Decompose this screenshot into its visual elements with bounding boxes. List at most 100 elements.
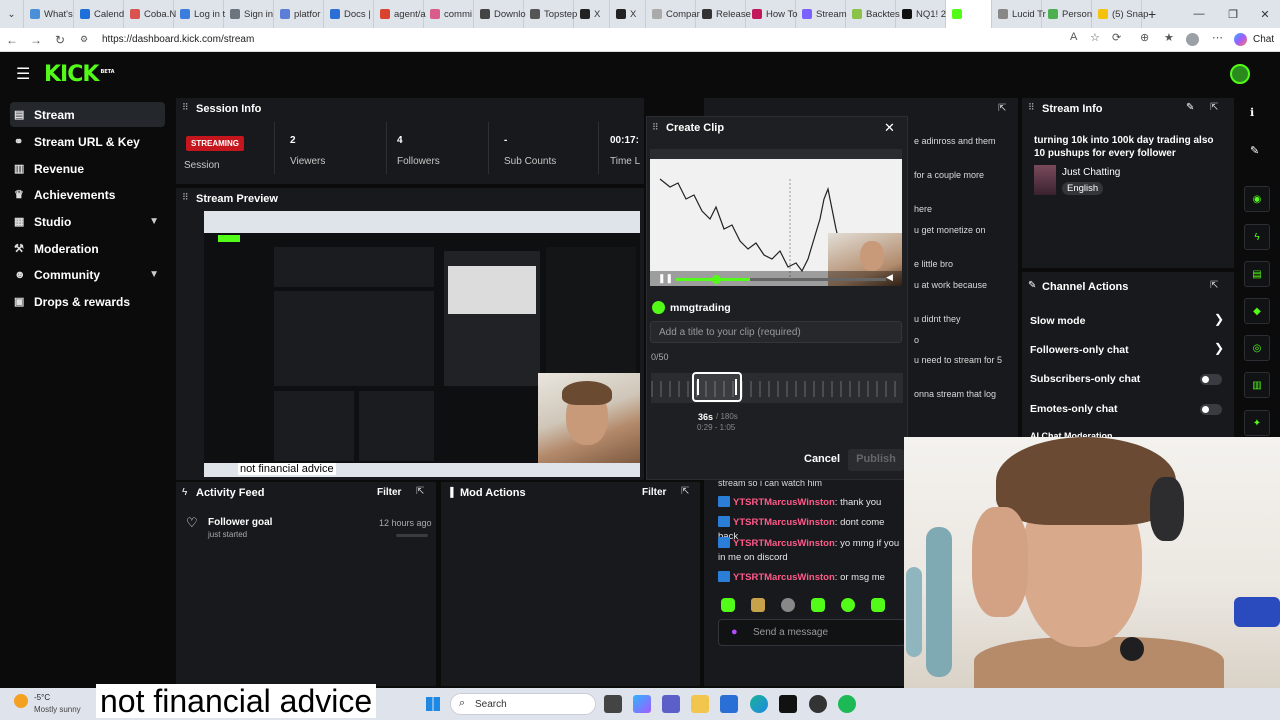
chat-label[interactable]: Chat [1253,34,1274,45]
profile-avatar[interactable] [1186,33,1199,46]
windows-start-icon[interactable] [426,697,440,711]
clip-timeline[interactable] [651,373,903,403]
cancel-button[interactable]: Cancel [804,453,840,465]
action-emotes-only[interactable]: Emotes-only chat [1030,403,1118,415]
emote-icon[interactable] [781,598,795,612]
browser-tab[interactable]: Stream [796,0,847,28]
clip-title-input[interactable]: Add a title to your clip (required) [650,321,902,343]
chat-username[interactable]: YTSRTMarcusWinston [733,572,835,583]
scrubber-handle[interactable] [712,275,721,284]
sidebar-item-stream-url-key[interactable]: ⚭ Stream URL & Key [10,129,165,154]
popout-icon[interactable]: ⇱ [681,486,689,497]
chat-username[interactable]: YTSRTMarcusWinston [733,497,835,508]
favorite-icon[interactable]: ☆ [1090,31,1100,44]
action-subscribers-only[interactable]: Subscribers-only chat [1030,373,1140,385]
browser-tab[interactable]: Compar [646,0,700,28]
browser-tab[interactable]: What's [24,0,74,28]
tab-list-button[interactable]: ⌄ [0,0,24,28]
kick-logo[interactable]: KICK BETA [44,62,115,87]
emote-icon[interactable] [841,598,855,612]
browser-tab[interactable]: Lucid Tr [992,0,1046,28]
popout-icon[interactable]: ⇱ [1210,280,1218,291]
camera-tool-icon[interactable]: ◉ [1244,186,1270,212]
popout-icon[interactable]: ⇱ [1210,102,1218,113]
sidebar-item-studio[interactable]: ▦ Studio ▼ [10,209,165,234]
chat-input[interactable]: ● Send a message [718,619,906,646]
popout-icon[interactable]: ⇱ [998,103,1006,114]
sidebar-item-drops-rewards[interactable]: ▣ Drops & rewards [10,289,165,314]
minimize-button[interactable]: — [1182,0,1216,28]
store-icon[interactable] [720,695,738,713]
publish-button[interactable]: Publish [848,449,904,471]
browser-tab[interactable]: Release [696,0,751,28]
edit-icon[interactable]: ✎ [1186,102,1194,113]
extensions-icon[interactable]: ⟳ [1112,31,1121,44]
broadcast-tool-icon[interactable]: ◎ [1244,335,1270,361]
hamburger-menu-icon[interactable]: ☰ [16,64,30,84]
browser-tab[interactable]: agent/a [374,0,426,28]
taskbar-search[interactable]: ⌕ Search [450,693,596,715]
notes-tool-icon[interactable]: ▤ [1244,261,1270,287]
emotes-only-toggle[interactable] [1200,404,1222,415]
browser-tab[interactable]: X [610,0,646,28]
mod-filter-button[interactable]: Filter [642,487,666,498]
emote-icon[interactable] [721,598,735,612]
browser-tab[interactable]: Backtes [846,0,900,28]
drag-handle-icon[interactable]: ⠿ [1028,102,1035,113]
obs-icon[interactable] [809,695,827,713]
copilot-app-icon[interactable] [633,695,651,713]
pause-icon[interactable]: ❚❚ [658,273,673,284]
drag-handle-icon[interactable]: ⠿ [652,122,659,133]
chevron-right-icon[interactable]: ❯ [1214,312,1224,326]
site-info-icon[interactable]: ⚙ [72,34,96,45]
browser-tab[interactable]: commi [424,0,474,28]
sidebar-item-revenue[interactable]: ▥ Revenue [10,156,165,181]
read-aloud-icon[interactable]: A [1070,31,1077,43]
back-icon[interactable]: ← [0,33,24,47]
url-field[interactable]: https://dashboard.kick.com/stream [102,34,254,45]
close-icon[interactable]: ✕ [884,120,895,136]
chevron-down-icon[interactable]: ▼ [149,269,159,280]
emote-icon[interactable] [871,598,885,612]
chevron-right-icon[interactable]: ❯ [1214,341,1224,355]
sidebar-item-achievements[interactable]: ♛ Achievements [10,182,165,207]
lightning-tool-icon[interactable]: ϟ [1244,224,1270,250]
copilot-icon[interactable] [1234,33,1247,46]
browser-tab[interactable]: Sign in [224,0,274,28]
browser-tab[interactable] [946,0,992,28]
new-tab-button[interactable]: + [1142,0,1162,28]
drag-handle-icon[interactable]: ⠿ [182,192,189,203]
sidebar-item-stream[interactable]: ▤ Stream [10,102,165,127]
tiktok-icon[interactable] [779,695,797,713]
weather-icon[interactable] [14,694,28,708]
browser-tab[interactable]: Coba.N [124,0,176,28]
microphone-icon[interactable]: ● [731,626,738,638]
user-avatar[interactable] [1230,64,1250,84]
browser-tab[interactable]: X [574,0,610,28]
clip-video-preview[interactable]: ❚❚ ◀ [650,149,902,286]
browser-tab[interactable]: Log in t [174,0,225,28]
edge-icon[interactable] [750,695,768,713]
activity-filter-button[interactable]: Filter [377,487,401,498]
range-start-grip[interactable] [697,379,699,395]
chat-tool-icon[interactable]: ◆ [1244,298,1270,324]
browser-tab[interactable]: Person [1042,0,1092,28]
close-window-button[interactable]: ✕ [1248,0,1280,28]
popout-icon[interactable]: ⇱ [416,486,424,497]
browser-tab[interactable]: Topstep [524,0,577,28]
emote-icon[interactable] [811,598,825,612]
sidebar-item-moderation[interactable]: ⚒ Moderation [10,236,165,261]
weather-temp[interactable]: -5°C [34,693,50,702]
stream-preview-video[interactable]: not financial advice [204,211,640,477]
browser-tab[interactable]: How To [746,0,798,28]
sidebar-item-community[interactable]: ☻ Community ▼ [10,262,165,287]
weather-desc[interactable]: Mostly sunny [34,705,81,714]
drag-handle-icon[interactable]: ⠿ [182,102,189,113]
browser-tab[interactable]: (5) Snap [1092,0,1148,28]
info-icon[interactable]: ℹ [1250,106,1254,119]
collections-icon[interactable]: ⊕ [1140,31,1149,44]
more-icon[interactable]: ⋯ [1212,31,1223,44]
chevron-down-icon[interactable]: ▼ [149,216,159,227]
chat-username[interactable]: YTSRTMarcusWinston [733,538,835,549]
teams-icon[interactable] [662,695,680,713]
